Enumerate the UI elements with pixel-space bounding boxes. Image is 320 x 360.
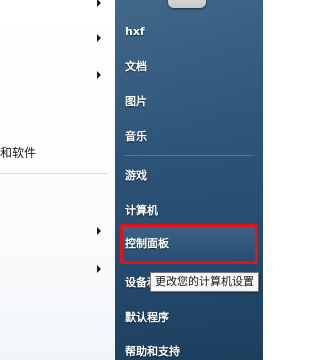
programs-pane: 和软件 (0, 0, 116, 360)
divider (0, 173, 108, 174)
places-pane: hxf 文档 图片 音乐 游戏 计算机 控制面板 设备和打印机 默认程序 帮助和… (115, 0, 263, 360)
submenu-arrow-icon[interactable] (97, 265, 101, 273)
submenu-arrow-icon[interactable] (97, 71, 101, 79)
places-item-documents[interactable]: 文档 (125, 55, 147, 79)
start-menu: 和软件 hxf 文档 图片 音乐 游戏 计算机 控制面板 设备和打印机 默认程序… (0, 0, 263, 360)
submenu-arrow-icon[interactable] (97, 0, 101, 7)
places-item-help-support[interactable]: 帮助和支持 (125, 340, 180, 360)
divider (125, 155, 255, 156)
places-item-default-programs[interactable]: 默认程序 (125, 306, 169, 330)
places-item-computer[interactable]: 计算机 (125, 199, 158, 223)
tooltip: 更改您的计算机设置 (150, 272, 259, 292)
places-item-music[interactable]: 音乐 (125, 125, 147, 149)
user-avatar[interactable] (168, 0, 206, 8)
program-item-label[interactable]: 和软件 (0, 144, 36, 161)
submenu-arrow-icon[interactable] (97, 227, 101, 235)
places-item-games[interactable]: 游戏 (125, 164, 147, 188)
places-item-user[interactable]: hxf (125, 20, 145, 44)
places-item-pictures[interactable]: 图片 (125, 90, 147, 114)
places-item-control-panel[interactable]: 控制面板 (125, 232, 169, 256)
submenu-arrow-icon[interactable] (97, 34, 101, 42)
